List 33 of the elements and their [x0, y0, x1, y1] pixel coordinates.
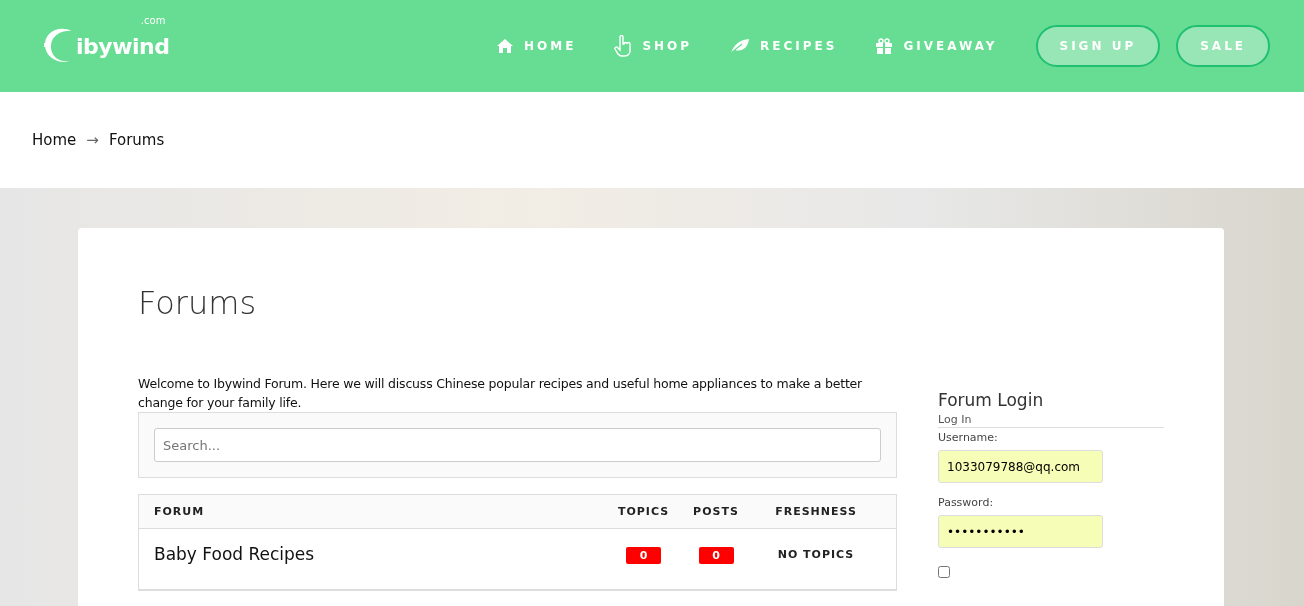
breadcrumb-link[interactable]: Forums	[108, 131, 165, 149]
nav-link[interactable]: GIVEAWAY	[875, 38, 998, 54]
logo-text[interactable]: ibywind	[76, 33, 170, 59]
count-badge: 0	[626, 547, 661, 564]
password-field[interactable]: •••••••••••	[938, 515, 1103, 548]
gift-icon	[875, 38, 894, 54]
breadcrumb-separator: →	[86, 131, 99, 149]
column-header: TOPICS	[616, 505, 671, 518]
field-label: Username:	[938, 431, 999, 444]
remember-checkbox[interactable]	[938, 566, 950, 578]
logo-domain: .com	[140, 15, 166, 26]
count-badge: 0	[698, 547, 734, 564]
username-field[interactable]: 1033079788@qq.com	[938, 450, 1103, 483]
home-icon	[496, 38, 514, 54]
column-header: FORUM	[154, 505, 206, 518]
nav-link[interactable]: SHOP	[614, 35, 693, 57]
login-subtitle: Log In	[938, 413, 1164, 428]
header-button[interactable]: SALE	[1176, 25, 1270, 67]
pointing-hand-icon	[614, 35, 633, 57]
nav-link[interactable]: HOME	[496, 38, 577, 54]
leaf-icon	[730, 38, 751, 54]
freshness-text: NO TOPICS	[776, 547, 856, 561]
nav-link[interactable]: RECIPES	[730, 38, 838, 54]
field-label: Password:	[938, 496, 995, 509]
breadcrumb-link[interactable]: Home	[32, 131, 77, 149]
login-title: Forum Login	[938, 390, 1045, 410]
search-field[interactable]: Search...	[154, 428, 881, 462]
page-title: Forums	[138, 284, 258, 322]
column-header: FRESHNESS	[774, 505, 858, 518]
forum-link[interactable]: Baby Food Recipes	[154, 544, 606, 564]
header-button[interactable]: SIGN UP	[1035, 25, 1161, 67]
column-header: POSTS	[692, 505, 740, 518]
intro-text: Welcome to Ibywind Forum. Here we will discuss Chinese popular recipes and useful home appliances to make a better change for your family life.	[138, 375, 864, 412]
